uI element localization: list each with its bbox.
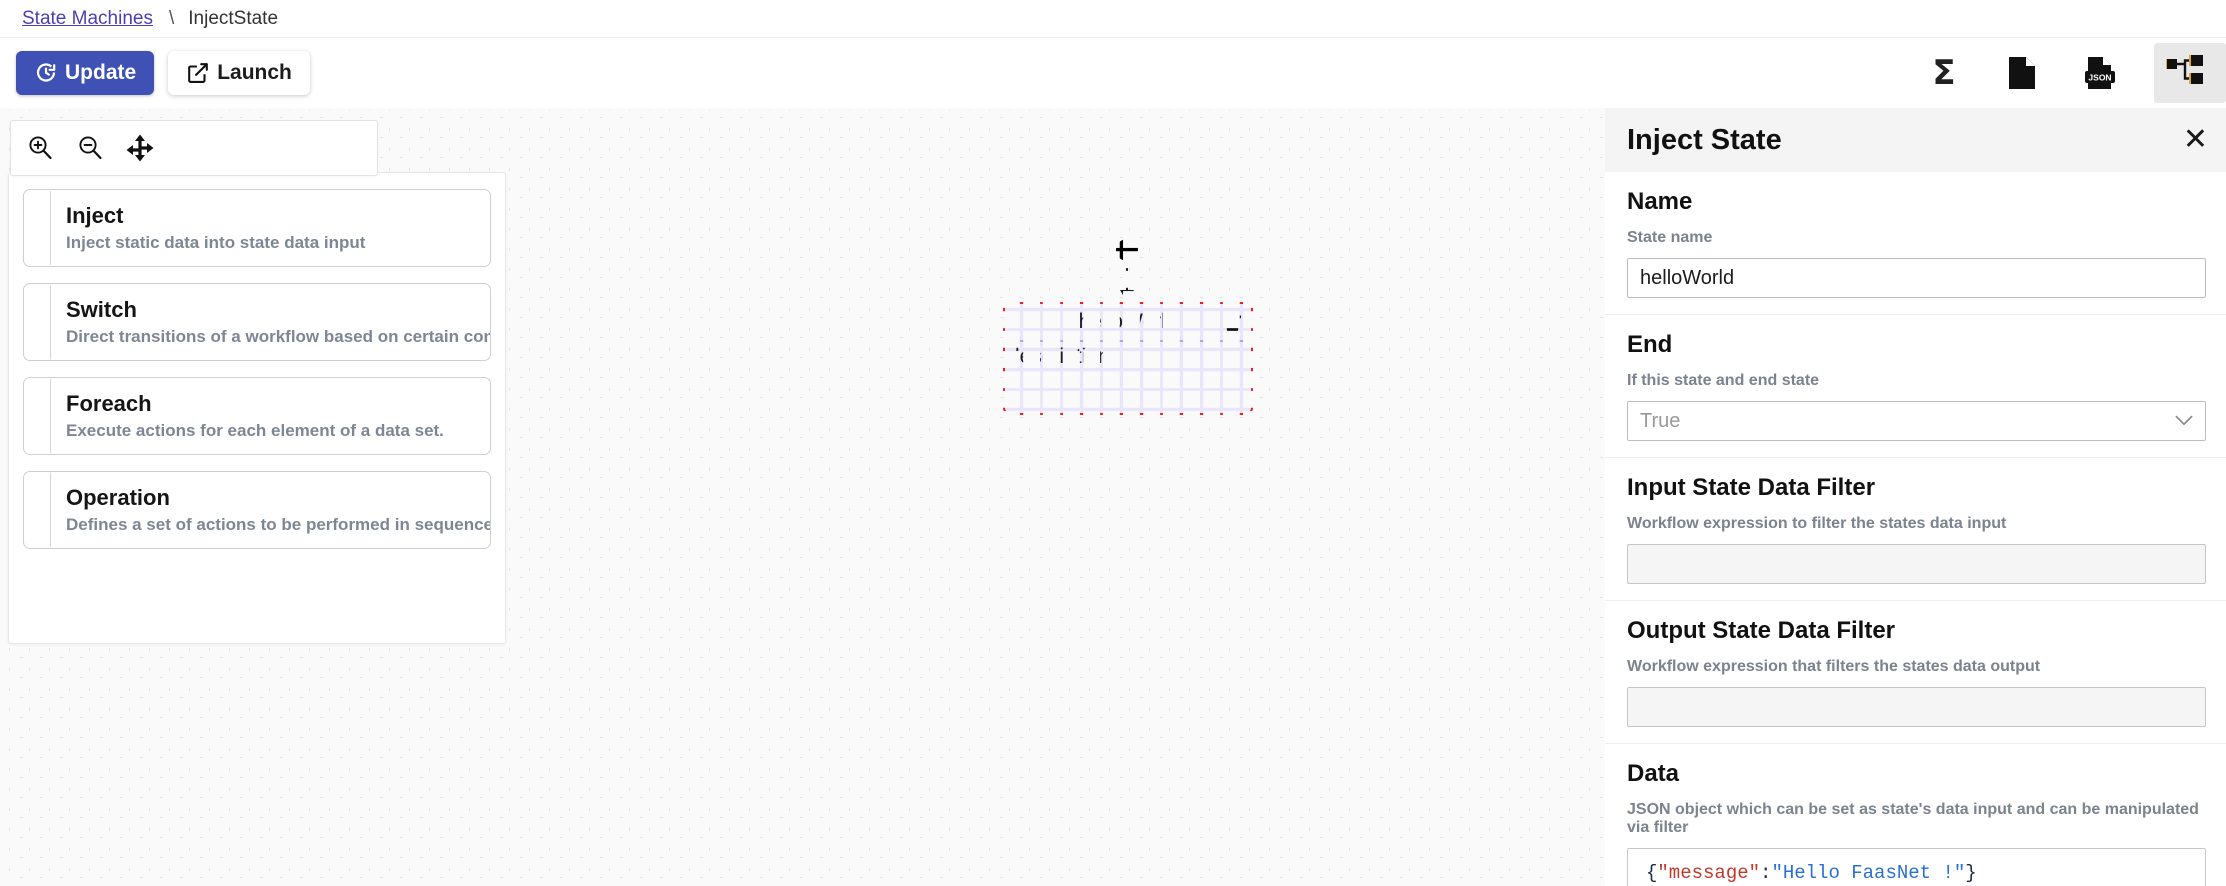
launch-button-label: Launch (217, 61, 292, 84)
transition-arrowhead (1120, 290, 1134, 302)
close-icon[interactable]: ✕ (2183, 125, 2208, 155)
end-select-value: True (1640, 409, 1681, 432)
end-select[interactable]: True (1627, 401, 2206, 441)
section-input-filter: Input State Data Filter Workflow express… (1605, 458, 2226, 601)
section-title: Name (1627, 188, 1693, 215)
pan-move-icon[interactable] (123, 131, 157, 165)
breadcrumb-current: InjectState (188, 7, 279, 29)
launch-button[interactable]: Launch (168, 51, 310, 95)
state-node-helloworld[interactable]: helloWorld description (1003, 302, 1253, 415)
section-output-filter: Output State Data Filter Workflow expres… (1605, 601, 2226, 744)
json-open-brace: { (1646, 862, 1658, 884)
json-close-brace: } (1965, 862, 1977, 884)
palette-item-title: Operation (66, 485, 170, 511)
main-area: Inject Inject static data into state dat… (0, 108, 2226, 886)
start-node[interactable] (1116, 239, 1138, 261)
palette-item-foreach[interactable]: Foreach Execute actions for each element… (23, 377, 491, 455)
update-button-label: Update (65, 61, 137, 84)
section-title: Data (1627, 760, 1680, 787)
update-button[interactable]: Update (16, 51, 155, 95)
section-hint: State name (1627, 229, 1713, 246)
external-link-icon (186, 61, 210, 85)
inject-state-panel: Inject State ✕ Name State name helloWorl… (1605, 108, 2226, 886)
palette-item-desc: Defines a set of actions to be performed… (66, 514, 491, 534)
view-toolbar: Σ JSON (1916, 38, 2226, 108)
palette-item-desc: Execute actions for each element of a da… (66, 420, 444, 440)
breadcrumb-separator: \ (168, 7, 175, 29)
state-name-input[interactable]: helloWorld (1627, 258, 2206, 298)
palette-item-operation[interactable]: Operation Defines a set of actions to be… (23, 471, 491, 549)
svg-text:JSON: JSON (2088, 72, 2111, 82)
palette-item-desc: Direct transitions of a workflow based o… (66, 326, 490, 346)
state-node-header: helloWorld (1005, 304, 1251, 342)
palette-item-divider (50, 473, 51, 547)
state-node-title: helloWorld (1078, 310, 1178, 333)
input-filter-field[interactable] (1627, 544, 2206, 584)
breadcrumb-link-state-machines[interactable]: State Machines (22, 8, 153, 30)
json-key: "message" (1657, 862, 1761, 884)
chevron-down-icon (2175, 411, 2193, 431)
section-end: End If this state and end state True (1605, 315, 2226, 458)
palette-item-desc: Inject static data into state data input (66, 232, 366, 252)
workflow-canvas[interactable]: Inject Inject static data into state dat… (0, 108, 1605, 886)
palette-item-title: Switch (66, 297, 137, 323)
refresh-icon (34, 61, 58, 85)
diagram-icon[interactable] (2154, 43, 2226, 103)
panel-title: Inject State (1627, 123, 1782, 156)
json-file-icon[interactable]: JSON (2072, 45, 2128, 101)
section-hint: JSON object which can be set as state's … (1627, 801, 2199, 836)
json-string-value: "Hello FaasNet !" (1771, 862, 1966, 884)
data-json-editor[interactable]: {"message":"Hello FaasNet !"} (1627, 848, 2206, 886)
zoom-in-icon[interactable] (23, 131, 57, 165)
section-title: Output State Data Filter (1627, 617, 1896, 644)
state-type-palette: Inject Inject static data into state dat… (8, 172, 506, 644)
section-hint: If this state and end state (1627, 372, 1820, 389)
section-name: Name State name helloWorld (1605, 172, 2226, 315)
section-data: Data JSON object which can be set as sta… (1605, 744, 2226, 886)
section-hint: Workflow expression to filter the states… (1627, 515, 2007, 532)
sigma-glyph: Σ (1932, 53, 1956, 93)
json-colon: : (1760, 862, 1772, 884)
breadcrumb: State Machines \ InjectState (0, 0, 2226, 38)
palette-item-inject[interactable]: Inject Inject static data into state dat… (23, 189, 491, 267)
panel-header: Inject State ✕ (1605, 108, 2226, 172)
state-node-body: description (1005, 342, 1251, 369)
sigma-icon[interactable]: Σ (1916, 45, 1972, 101)
section-hint: Workflow expression that filters the sta… (1627, 658, 2041, 675)
section-title: End (1627, 331, 1673, 358)
trash-icon[interactable] (1223, 312, 1242, 338)
section-title: Input State Data Filter (1627, 474, 1876, 501)
palette-item-switch[interactable]: Switch Direct transitions of a workflow … (23, 283, 491, 361)
file-icon[interactable] (1994, 45, 2050, 101)
palette-item-divider (50, 285, 51, 359)
palette-item-divider (50, 191, 51, 265)
action-bar: Update Launch Σ JSON (0, 38, 2226, 108)
state-node-description: description (1008, 345, 1110, 368)
zoom-out-icon[interactable] (73, 131, 107, 165)
palette-item-title: Inject (66, 203, 124, 229)
palette-item-title: Foreach (66, 391, 152, 417)
palette-item-divider (50, 379, 51, 453)
output-filter-field[interactable] (1627, 687, 2206, 727)
canvas-zoom-toolbar (10, 120, 378, 176)
